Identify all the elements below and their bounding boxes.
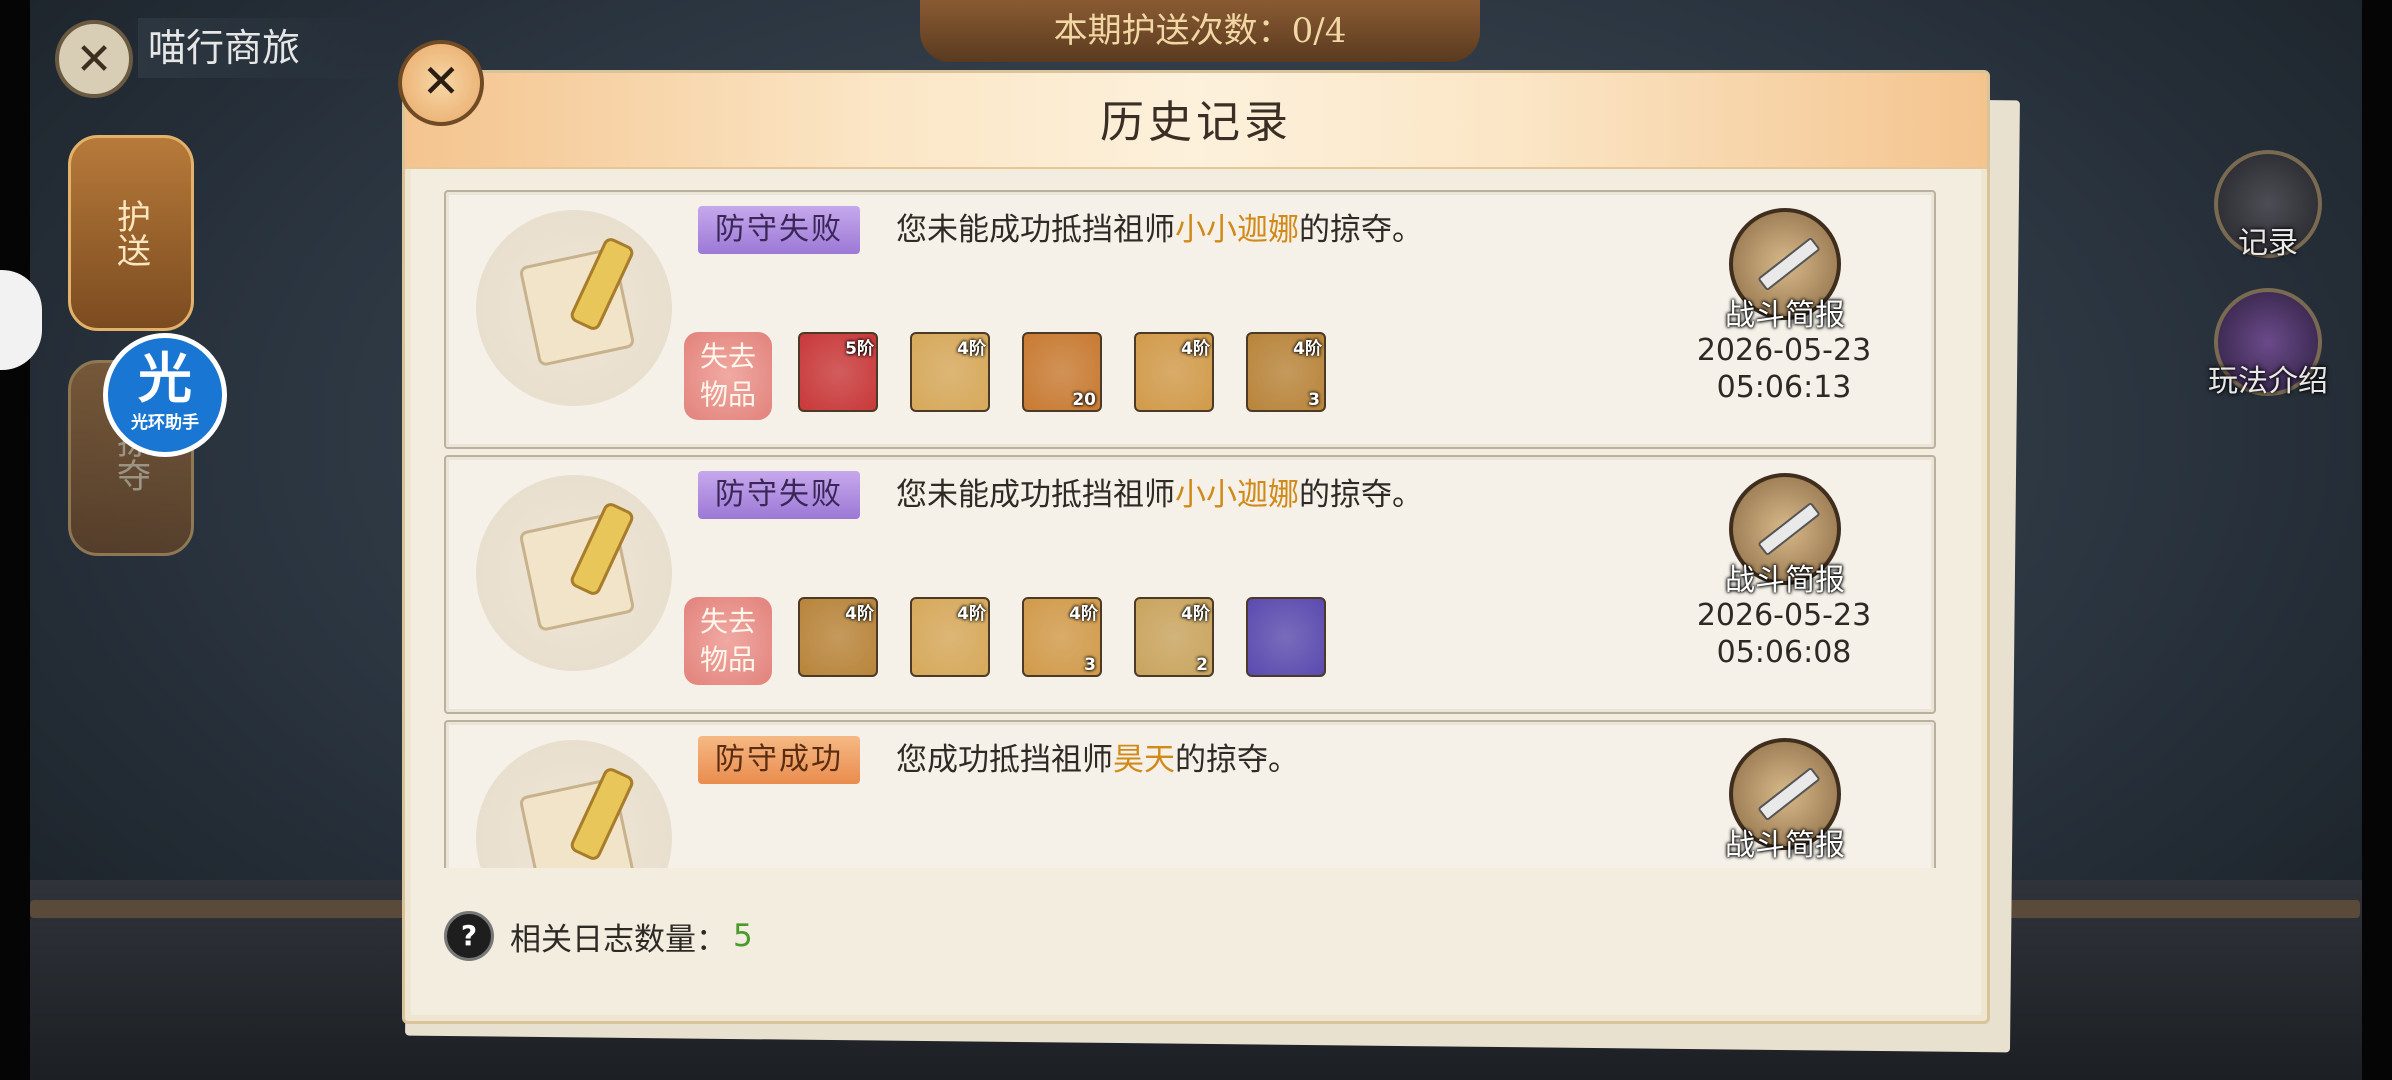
- gem-tray-icon[interactable]: 4阶 2: [1134, 597, 1214, 677]
- item-tier: 4阶: [957, 604, 986, 624]
- log-count-label: 相关日志数量：: [510, 921, 727, 958]
- record-message: 您成功抵挡祖师昊天的掠夺。: [896, 736, 1299, 784]
- lost-items-list: 4阶 4阶 4阶 3 4阶 2: [798, 597, 1358, 679]
- battle-report-button[interactable]: 战斗简报: [1712, 738, 1858, 864]
- status-tag: 防守成功: [698, 736, 860, 784]
- emblem-icon[interactable]: 20: [1022, 332, 1102, 412]
- close-x-icon: ✕: [75, 33, 113, 85]
- item-tier: 4阶: [845, 604, 874, 624]
- message-prefix: 您成功抵挡祖师: [896, 742, 1113, 778]
- item-tier: 4阶: [1181, 604, 1210, 624]
- status-tag: 防守失败: [698, 471, 860, 519]
- escort-count-banner: 本期护送次数：0/4: [920, 0, 1480, 62]
- lost-items-tag: 失去 物品: [684, 597, 772, 685]
- scroll-emblem-icon: [476, 210, 672, 406]
- record-message: 您未能成功抵挡祖师小小迦娜的掠夺。: [896, 471, 1423, 519]
- battle-report-label: 战斗简报: [1725, 563, 1845, 598]
- message-suffix: 的掠夺。: [1299, 212, 1423, 248]
- item-tier: 4阶: [1293, 339, 1322, 359]
- spirit-orb-icon[interactable]: [1246, 597, 1326, 677]
- item-quantity: 2: [1196, 655, 1208, 675]
- item-tier: 4阶: [1069, 604, 1098, 624]
- lost-items-label: 失去 物品: [699, 605, 756, 676]
- record-date: 2026-05-23: [1696, 333, 1872, 368]
- chest-icon[interactable]: 4阶: [798, 597, 878, 677]
- history-record-row: 防守成功 您成功抵挡祖师昊天的掠夺。战斗简报: [444, 720, 1936, 868]
- item-tier: 5阶: [845, 339, 874, 359]
- opponent-name[interactable]: 昊天: [1113, 742, 1175, 778]
- item-tier: 4阶: [957, 339, 986, 359]
- scroll-item-icon[interactable]: 5阶: [798, 332, 878, 412]
- record-time: 05:06:08: [1716, 635, 1852, 670]
- item-quantity: 3: [1308, 390, 1320, 410]
- record-datetime: 2026-05-23 05:06:13: [1684, 332, 1884, 406]
- screen-edge-left: [0, 0, 30, 1080]
- battle-report-label: 战斗简报: [1725, 298, 1845, 333]
- record-message: 您未能成功抵挡祖师小小迦娜的掠夺。: [896, 206, 1423, 254]
- opponent-name[interactable]: 小小迦娜: [1175, 477, 1299, 513]
- record-datetime: 2026-05-23 05:06:08: [1684, 597, 1884, 671]
- assistant-glyph: 光: [138, 347, 192, 410]
- gem-pile-icon[interactable]: 4阶: [910, 597, 990, 677]
- assistant-floating-button[interactable]: 光 光环助手: [103, 333, 227, 457]
- dialog-close-button[interactable]: ✕: [398, 40, 484, 126]
- battle-report-label: 战斗简报: [1725, 828, 1845, 863]
- message-prefix: 您未能成功抵挡祖师: [896, 212, 1175, 248]
- battle-report-button[interactable]: 战斗简报: [1712, 473, 1858, 599]
- item-quantity: 3: [1084, 655, 1096, 675]
- screen-edge-right: [2362, 0, 2392, 1080]
- item-quantity: 20: [1072, 390, 1096, 410]
- guide-button[interactable]: 玩法介绍: [2208, 288, 2328, 400]
- crate-icon[interactable]: 4阶: [1134, 332, 1214, 412]
- lost-items-tag: 失去 物品: [684, 332, 772, 420]
- record-button[interactable]: 记录: [2208, 150, 2328, 262]
- history-record-row: 防守失败 您未能成功抵挡祖师小小迦娜的掠夺。失去 物品 5阶 4阶 20 4阶 4阶 3 战斗简报…: [444, 190, 1936, 449]
- record-date: 2026-05-23: [1696, 598, 1872, 633]
- help-icon[interactable]: ?: [444, 911, 494, 961]
- tab-escort[interactable]: 护送: [68, 135, 194, 331]
- record-button-label: 记录: [2238, 226, 2298, 261]
- message-suffix: 的掠夺。: [1299, 477, 1423, 513]
- log-count-value: 5: [733, 918, 753, 954]
- scroll-emblem-icon: [476, 475, 672, 671]
- guide-button-label: 玩法介绍: [2208, 364, 2328, 399]
- dialog-footer: ? 相关日志数量： 5: [444, 906, 753, 966]
- chest-icon[interactable]: 4阶 3: [1246, 332, 1326, 412]
- dialog-title: 历史记录: [1100, 97, 1292, 148]
- record-time: 05:06:13: [1716, 370, 1852, 405]
- crate-icon[interactable]: 4阶 3: [1022, 597, 1102, 677]
- message-prefix: 您未能成功抵挡祖师: [896, 477, 1175, 513]
- history-record-list[interactable]: 防守失败 您未能成功抵挡祖师小小迦娜的掠夺。 失去 物品 5阶 4阶 20 4阶 4阶 3 战斗简报…: [444, 190, 1936, 868]
- item-tier: 4阶: [1181, 339, 1210, 359]
- opponent-name[interactable]: 小小迦娜: [1175, 212, 1299, 248]
- scene-title: 喵行商旅: [138, 18, 388, 78]
- lost-items-label: 失去 物品: [699, 340, 756, 411]
- message-suffix: 的掠夺。: [1175, 742, 1299, 778]
- battle-report-button[interactable]: 战斗简报: [1712, 208, 1858, 334]
- gem-pile-icon[interactable]: 4阶: [910, 332, 990, 412]
- back-button[interactable]: ✕: [55, 20, 133, 98]
- status-tag: 防守失败: [698, 206, 860, 254]
- history-record-row: 防守失败 您未能成功抵挡祖师小小迦娜的掠夺。失去 物品 4阶 4阶 4阶 3 4阶 2 战斗简报 2…: [444, 455, 1936, 714]
- close-icon: ✕: [421, 54, 461, 108]
- assistant-label: 光环助手: [131, 413, 199, 433]
- scroll-emblem-icon: [476, 740, 672, 868]
- lost-items-list: 5阶 4阶 20 4阶 4阶 3: [798, 332, 1358, 414]
